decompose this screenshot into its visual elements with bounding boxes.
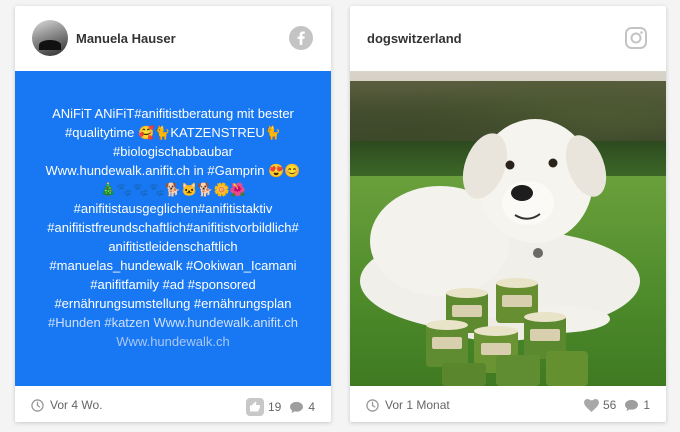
post-text-line: 🎄🐾🐾🐾🐕🐱🐕🌼🌺 xyxy=(100,182,246,197)
username[interactable]: dogswitzerland xyxy=(367,31,462,46)
dog-photo xyxy=(360,119,640,386)
post-card-instagram[interactable]: dogswitzerland Vor 1 Monat 56 1 xyxy=(350,6,666,422)
like-count: 56 xyxy=(602,398,617,412)
post-text-line: #anifitfamily #ad #sponsored xyxy=(90,277,256,292)
post-header: Manuela Hauser xyxy=(15,6,331,71)
facebook-icon[interactable] xyxy=(289,26,313,50)
post-card-facebook[interactable]: Manuela Hauser ANiFiT ANiFiT#anifitistbe… xyxy=(15,6,331,422)
post-image[interactable] xyxy=(350,71,666,386)
post-text-line: #qualitytime 🥰🐈KATZENSTREU🐈 xyxy=(65,125,281,140)
avatar[interactable] xyxy=(32,20,68,56)
post-time-label: Vor 4 Wo. xyxy=(50,398,103,412)
clock-icon xyxy=(366,398,379,412)
comment-count: 4 xyxy=(308,400,315,414)
instagram-icon[interactable] xyxy=(624,26,648,50)
post-stats: 56 1 xyxy=(584,398,650,412)
post-text-content[interactable]: ANiFiT ANiFiT#anifitistberatung mit best… xyxy=(15,71,331,386)
username[interactable]: Manuela Hauser xyxy=(76,31,176,46)
post-time: Vor 4 Wo. xyxy=(31,398,102,412)
post-footer: Vor 4 Wo. 19 4 xyxy=(15,386,331,422)
post-text-line: #manuelas_hundewalk #Ookiwan_Icamani xyxy=(49,258,297,273)
comment-count: 1 xyxy=(643,398,650,412)
comment-icon[interactable] xyxy=(289,401,304,414)
post-time-label: Vor 1 Monat xyxy=(385,398,450,412)
post-text-line: anifitistleidenschaftlich xyxy=(108,239,238,254)
post-text-line: #ernährungsumstellung #ernährungsplan xyxy=(54,296,292,311)
post-link[interactable]: Www.hundewalk.ch xyxy=(46,332,301,351)
post-header: dogswitzerland xyxy=(350,6,666,71)
post-footer: Vor 1 Monat 56 1 xyxy=(350,386,666,422)
comment-icon[interactable] xyxy=(624,399,639,412)
post-text-line: ANiFiT ANiFiT#anifitistberatung mit best… xyxy=(52,106,294,121)
heart-icon[interactable] xyxy=(584,398,599,412)
post-text-line: #biologischabbaubar xyxy=(113,144,233,159)
like-thumb-icon[interactable] xyxy=(245,398,264,416)
post-text-line: #Hunden #katzen Www.hundewalk.anifit.ch xyxy=(47,315,299,330)
post-text-line: Www.hundewalk.anifit.ch in #Gamprin 😍😊 xyxy=(45,163,301,178)
post-time: Vor 1 Monat xyxy=(366,398,450,412)
clock-icon xyxy=(31,398,44,412)
post-text: ANiFiT ANiFiT#anifitistberatung mit best… xyxy=(46,104,301,351)
post-text-line: #anifitistausgeglichen#anifitistaktiv xyxy=(73,201,273,216)
like-count: 19 xyxy=(267,400,282,414)
post-text-line: #anifitistfreundschaftlich#anifitistvorb… xyxy=(47,220,299,235)
post-stats: 19 4 xyxy=(245,398,315,416)
